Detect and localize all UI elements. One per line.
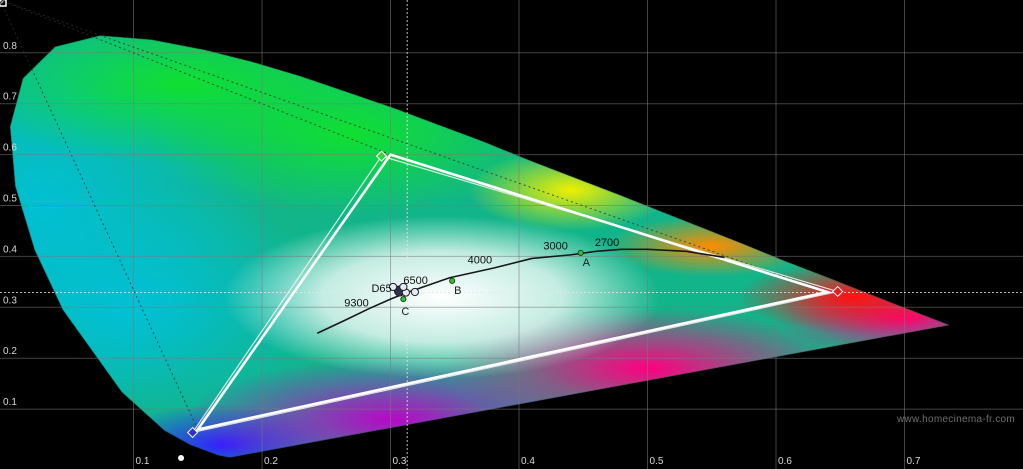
- white-target-marker: [449, 277, 456, 284]
- white-target-label: C: [401, 306, 409, 318]
- white-target-marker: [577, 249, 584, 256]
- cct-label: 4000: [468, 255, 492, 267]
- watermark-text: www.homecinema-fr.com: [897, 414, 1015, 425]
- x-tick-label: 0.2: [264, 456, 278, 467]
- x-tick-label: 0.1: [136, 456, 150, 467]
- y-tick-label: 0.1: [3, 397, 17, 408]
- cct-label: 3000: [543, 240, 567, 252]
- y-tick-label: 0.5: [3, 194, 17, 205]
- cie-chromaticity-chart: 9300 6500 4000 3000 2700 D65 A B C 0.1 0.2 0.3 0.4 0…: [0, 0, 1023, 469]
- y-tick-label: 0.2: [3, 346, 17, 357]
- x-tick-label: 0.4: [521, 456, 535, 467]
- white-target-label: B: [454, 285, 461, 297]
- locus-end-marker: [178, 454, 185, 461]
- y-tick-label: 0.6: [3, 143, 17, 154]
- x-tick-label: 0.7: [907, 456, 921, 467]
- y-tick-label: 0.8: [3, 41, 17, 52]
- cct-label: 6500: [403, 275, 427, 287]
- x-tick-label: 0.3: [393, 456, 407, 467]
- cct-label: 2700: [595, 237, 619, 249]
- x-tick-label: 0.6: [778, 456, 792, 467]
- white-measured-marker: [410, 287, 420, 297]
- x-tick-label: 0.5: [650, 456, 664, 467]
- y-tick-label: 0.7: [3, 92, 17, 103]
- y-tick-label: 0.3: [3, 295, 17, 306]
- white-target-label: A: [583, 257, 591, 269]
- cct-point-marker: [0, 0, 3, 3]
- cct-label: 9300: [344, 297, 368, 309]
- spectral-locus-fill: [10, 35, 950, 458]
- white-target-marker: [400, 296, 407, 303]
- y-tick-label: 0.4: [3, 244, 17, 255]
- white-point-label: D65: [371, 283, 391, 295]
